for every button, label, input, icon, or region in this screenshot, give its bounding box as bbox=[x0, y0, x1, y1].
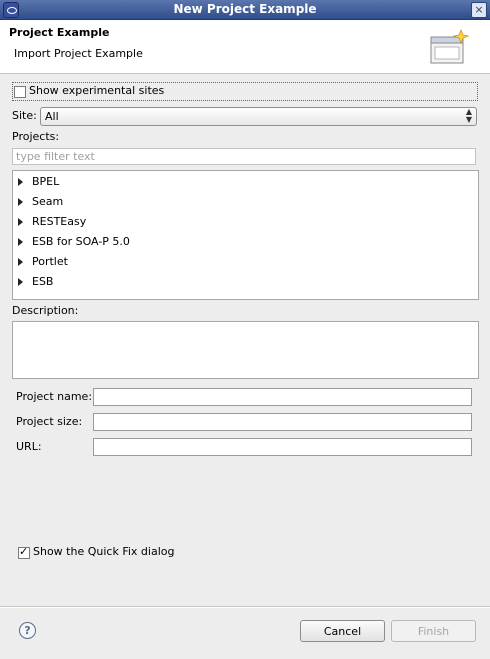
tree-item-label: ESB for SOA-P 5.0 bbox=[32, 235, 130, 248]
site-select-value: All bbox=[45, 110, 59, 123]
description-area bbox=[12, 321, 479, 379]
project-filter-input[interactable] bbox=[12, 148, 476, 165]
project-wizard-icon bbox=[430, 28, 470, 64]
tree-item-esb-soa-p[interactable]: ESB for SOA-P 5.0 bbox=[13, 232, 478, 252]
project-size-field[interactable] bbox=[93, 413, 472, 431]
footer-separator bbox=[0, 606, 490, 608]
wizard-header: Project Example Import Project Example bbox=[0, 20, 490, 74]
window-title: New Project Example bbox=[173, 2, 317, 16]
expand-arrow-icon[interactable] bbox=[18, 238, 23, 246]
tree-item-label: BPEL bbox=[32, 175, 60, 188]
title-bar: New Project Example × bbox=[0, 0, 490, 20]
projects-tree[interactable]: BPEL Seam RESTEasy ESB for SOA-P 5.0 Por… bbox=[12, 170, 479, 300]
finish-button[interactable]: Finish bbox=[391, 620, 476, 642]
quick-fix-checkbox[interactable] bbox=[18, 545, 30, 559]
close-icon[interactable]: × bbox=[471, 2, 487, 18]
cancel-button[interactable]: Cancel bbox=[300, 620, 385, 642]
wizard-subtitle: Import Project Example bbox=[14, 47, 143, 60]
url-field[interactable] bbox=[93, 438, 472, 456]
site-select[interactable]: All ▲ ▼ bbox=[40, 107, 477, 126]
show-experimental-checkbox[interactable] bbox=[14, 86, 26, 98]
chevron-up-down-icon: ▲ ▼ bbox=[465, 107, 472, 124]
project-name-field[interactable] bbox=[93, 388, 472, 406]
project-size-label: Project size: bbox=[16, 415, 83, 428]
show-experimental-label: Show experimental sites bbox=[29, 84, 165, 97]
tree-item-bpel[interactable]: BPEL bbox=[13, 172, 478, 192]
wizard-title: Project Example bbox=[9, 26, 110, 39]
description-label: Description: bbox=[12, 304, 79, 317]
quick-fix-label: Show the Quick Fix dialog bbox=[33, 545, 175, 558]
expand-arrow-icon[interactable] bbox=[18, 178, 23, 186]
tree-item-label: Portlet bbox=[32, 255, 68, 268]
help-icon[interactable]: ? bbox=[19, 622, 36, 639]
tree-item-resteasy[interactable]: RESTEasy bbox=[13, 212, 478, 232]
project-name-label: Project name: bbox=[16, 390, 93, 403]
tree-item-esb[interactable]: ESB bbox=[13, 272, 478, 292]
expand-arrow-icon[interactable] bbox=[18, 218, 23, 226]
projects-label: Projects: bbox=[12, 130, 60, 143]
tree-item-label: RESTEasy bbox=[32, 215, 87, 228]
site-label: Site: bbox=[12, 109, 37, 122]
tree-item-portlet[interactable]: Portlet bbox=[13, 252, 478, 272]
expand-arrow-icon[interactable] bbox=[18, 278, 23, 286]
tree-item-label: ESB bbox=[32, 275, 54, 288]
url-label: URL: bbox=[16, 440, 42, 453]
tree-item-label: Seam bbox=[32, 195, 64, 208]
expand-arrow-icon[interactable] bbox=[18, 258, 23, 266]
expand-arrow-icon[interactable] bbox=[18, 198, 23, 206]
tree-item-seam[interactable]: Seam bbox=[13, 192, 478, 212]
